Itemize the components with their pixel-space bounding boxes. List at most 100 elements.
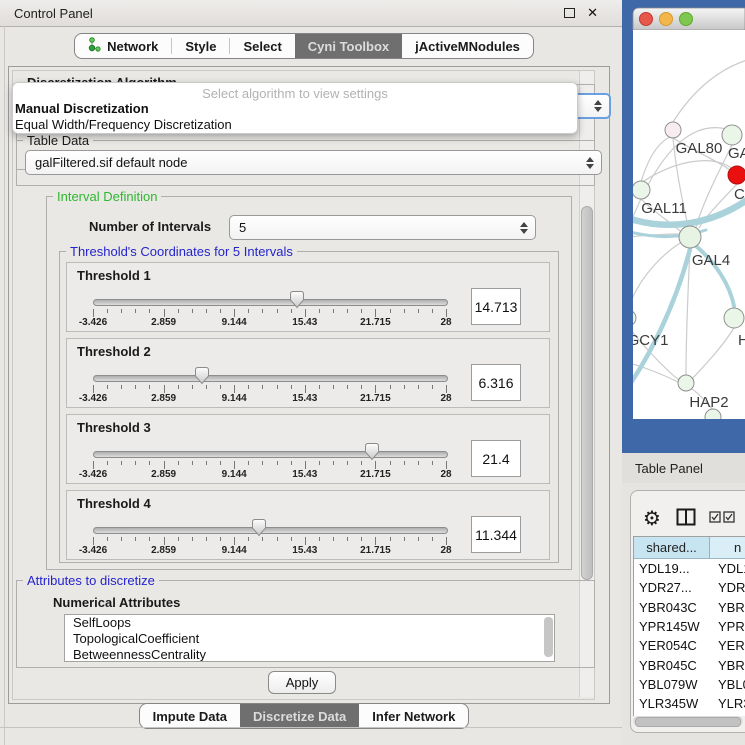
- tick-mark: [234, 385, 235, 393]
- table-cell[interactable]: YDR27...: [634, 580, 714, 595]
- traffic-light-zoom-icon[interactable]: [680, 13, 693, 26]
- tick-mark: [319, 385, 320, 389]
- node-label: HAP2: [689, 394, 728, 411]
- threshold-label: Threshold 4: [77, 496, 151, 511]
- table-cell[interactable]: YBR045C: [634, 658, 714, 673]
- tick-mark: [262, 537, 263, 541]
- slider-track[interactable]: [93, 451, 448, 458]
- tick-mark: [347, 461, 348, 465]
- table-cell[interactable]: YBR043C: [634, 600, 714, 615]
- tick-mark: [361, 385, 362, 389]
- table-row[interactable]: YPR145W YPR1: [634, 617, 745, 636]
- network-node[interactable]: [728, 166, 745, 184]
- tick-mark: [149, 461, 150, 465]
- combo-spinner-icon: [594, 100, 602, 112]
- threshold-value-input[interactable]: [471, 516, 521, 553]
- table-cell[interactable]: YBL079W: [634, 677, 714, 692]
- network-node[interactable]: [678, 375, 694, 391]
- dropdown-option-equal-width[interactable]: Equal Width/Frequency Discretization: [13, 117, 577, 133]
- node-table[interactable]: shared... n YDL19... YDL1 YDR27... YDR2 …: [633, 536, 745, 716]
- network-view-window[interactable]: GAL80GACGAL11GAL4GCY1HHAP2: [622, 0, 745, 453]
- axis-tick-label: 21.715: [360, 545, 391, 556]
- slider-thumb[interactable]: [364, 442, 380, 461]
- table-cell[interactable]: YER054C: [634, 638, 714, 653]
- tick-mark: [178, 461, 179, 465]
- table-hscrollbar-thumb[interactable]: [635, 717, 741, 727]
- table-row[interactable]: YDR27... YDR2: [634, 578, 745, 597]
- network-node[interactable]: [679, 226, 701, 248]
- column-layout-icon[interactable]: [676, 508, 696, 529]
- node-label: H: [738, 332, 745, 349]
- threshold-panel: Threshold 2 -3.4262.8599.14415.4321.7152…: [66, 338, 550, 408]
- tab-style[interactable]: Style: [172, 34, 229, 58]
- table-cell[interactable]: YBR0: [714, 658, 745, 673]
- numerical-attributes-list[interactable]: SelfLoopsTopologicalCoefficientBetweenne…: [64, 614, 555, 662]
- slider-thumb[interactable]: [251, 518, 267, 537]
- table-row[interactable]: YBR045C YBR0: [634, 655, 745, 674]
- attribute-list-item[interactable]: BetweennessCentrality: [65, 647, 554, 662]
- table-cell[interactable]: YBL0: [714, 677, 745, 692]
- column-header-shared-name[interactable]: shared...: [634, 537, 710, 558]
- table-cell[interactable]: YPR1: [714, 619, 745, 634]
- table-cell[interactable]: YLR345W: [634, 696, 714, 711]
- tab-network[interactable]: Network: [75, 34, 171, 58]
- gear-icon[interactable]: ⚙: [643, 508, 661, 528]
- table-cell[interactable]: YBR0: [714, 600, 745, 615]
- tick-mark: [390, 461, 391, 465]
- network-node[interactable]: [722, 125, 742, 145]
- threshold-panel: Threshold 1 -3.4262.8599.14415.4321.7152…: [66, 262, 550, 332]
- tick-mark: [375, 537, 376, 545]
- tab-select[interactable]: Select: [230, 34, 294, 58]
- table-cell[interactable]: YPR145W: [634, 619, 714, 634]
- checkbox-icon[interactable]: [709, 511, 721, 526]
- checkbox-icon[interactable]: [723, 511, 735, 526]
- tick-mark: [347, 537, 348, 541]
- tick-mark: [192, 309, 193, 313]
- attribute-list-item[interactable]: TopologicalCoefficient: [65, 631, 554, 647]
- table-row[interactable]: YBR043C YBR0: [634, 598, 745, 617]
- tab-jactivemnodules[interactable]: jActiveMNodules: [402, 34, 533, 58]
- threshold-value-input[interactable]: [471, 440, 521, 477]
- node-label: GCY1: [628, 332, 669, 349]
- table-cell[interactable]: YER0: [714, 638, 745, 653]
- table-cell[interactable]: YLR3: [714, 696, 745, 711]
- table-cell[interactable]: YDL19...: [634, 561, 714, 576]
- axis-tick-label: 15.43: [292, 393, 317, 404]
- tab-discretize-data[interactable]: Discretize Data: [240, 704, 359, 728]
- tab-infer-network[interactable]: Infer Network: [359, 704, 468, 728]
- list-scrollbar-thumb[interactable]: [544, 617, 553, 657]
- intervals-combobox[interactable]: 5: [229, 215, 536, 240]
- table-cell[interactable]: YDL1: [714, 561, 745, 576]
- float-window-icon[interactable]: [564, 8, 575, 18]
- tick-mark: [347, 385, 348, 389]
- attribute-list-item[interactable]: SelfLoops: [65, 615, 554, 631]
- network-node[interactable]: [665, 122, 681, 138]
- threshold-value-input[interactable]: [471, 364, 521, 401]
- slider-thumb[interactable]: [194, 366, 210, 385]
- table-row[interactable]: YBL079W YBL0: [634, 675, 745, 694]
- slider-track[interactable]: [93, 375, 448, 382]
- traffic-light-minimize-icon[interactable]: [660, 13, 673, 26]
- tick-mark: [149, 537, 150, 541]
- threshold-value-input[interactable]: [471, 288, 521, 325]
- tab-cyni-toolbox[interactable]: Cyni Toolbox: [295, 34, 402, 58]
- dropdown-option-manual[interactable]: Manual Discretization: [13, 101, 577, 117]
- close-icon[interactable]: ✕: [587, 6, 598, 21]
- slider-track[interactable]: [93, 299, 448, 306]
- top-tab-bar: Network Style Select Cyni Toolbox jActiv…: [0, 33, 608, 59]
- table-row[interactable]: YER054C YER0: [634, 636, 745, 655]
- table-row[interactable]: YDL19... YDL1: [634, 559, 745, 578]
- network-node[interactable]: [724, 308, 744, 328]
- tab-impute-data[interactable]: Impute Data: [140, 704, 240, 728]
- table-data-combobox[interactable]: galFiltered.sif default node: [25, 150, 602, 175]
- network-node[interactable]: [632, 181, 650, 199]
- column-header-name[interactable]: n: [710, 537, 745, 558]
- axis-tick-label: 15.43: [292, 545, 317, 556]
- apply-button[interactable]: Apply: [268, 671, 336, 694]
- slider-track[interactable]: [93, 527, 448, 534]
- table-cell[interactable]: YDR2: [714, 580, 745, 595]
- vertical-scrollbar-thumb[interactable]: [581, 206, 593, 580]
- traffic-light-close-icon[interactable]: [640, 13, 653, 26]
- table-row[interactable]: YLR345W YLR3: [634, 694, 745, 713]
- slider-thumb[interactable]: [289, 290, 305, 309]
